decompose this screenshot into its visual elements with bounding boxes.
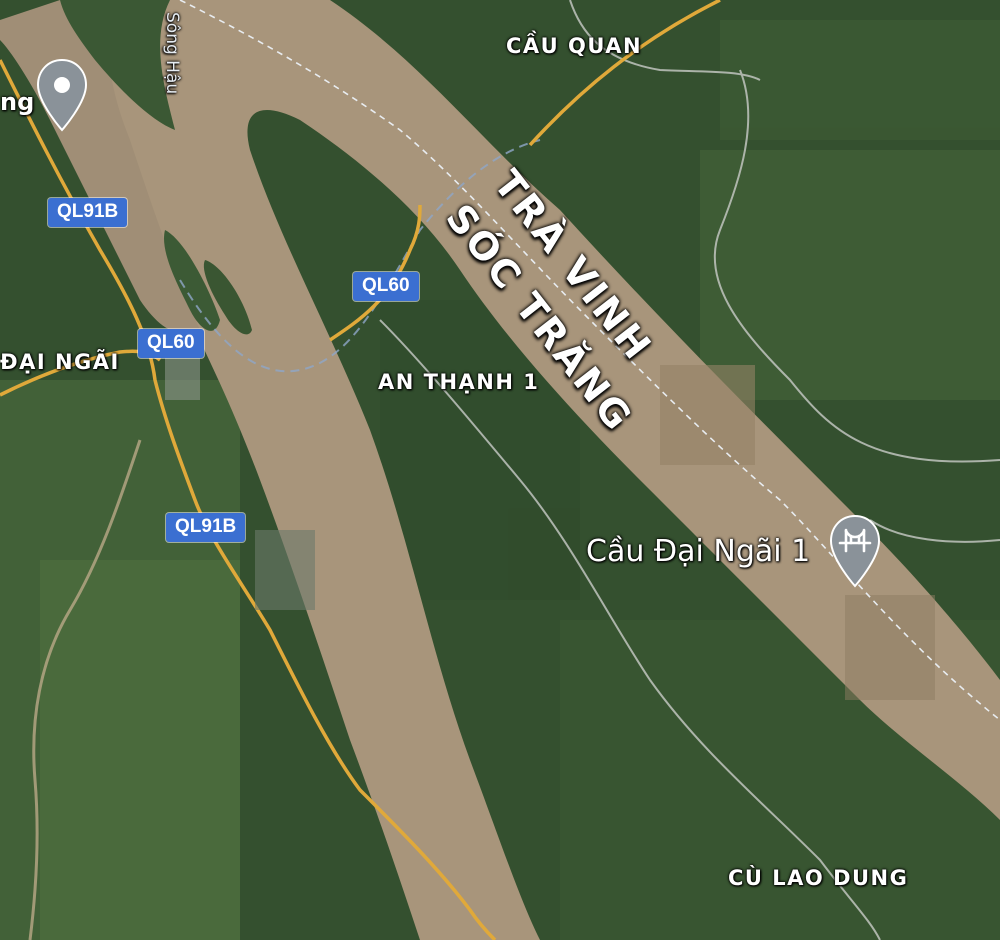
map-canvas[interactable] [0,0,1000,940]
water-patch [845,595,935,700]
place-label-cau-quan: CẦU QUAN [506,34,643,58]
poi-label-cau-dai-ngai-1[interactable]: Cầu Đại Ngãi 1 [586,534,810,569]
place-label-an-thanh-1: AN THẠNH 1 [378,370,540,394]
water-patch [660,365,755,465]
river-label-song-hau: Sông Hậu [162,12,182,95]
industrial-area [255,530,315,610]
highway-shield-ql60[interactable]: QL60 [138,329,204,358]
highway-shield-ql91b[interactable]: QL91B [166,513,246,542]
highway-shield-ql91b[interactable]: QL91B [48,198,128,227]
place-label-cu-lao-dung: CÙ LAO DUNG [728,866,909,890]
bridge-pin-icon[interactable] [829,514,881,588]
place-label-dai-ngai: ĐẠI NGÃI [0,350,120,374]
highway-shield-ql60[interactable]: QL60 [353,272,419,301]
satellite-map[interactable]: ng Sông Hậu CẦU QUAN ĐẠI NGÃI AN THẠNH 1… [0,0,1000,940]
location-pin-icon[interactable] [36,58,88,132]
place-label-partial: ng [0,88,35,116]
